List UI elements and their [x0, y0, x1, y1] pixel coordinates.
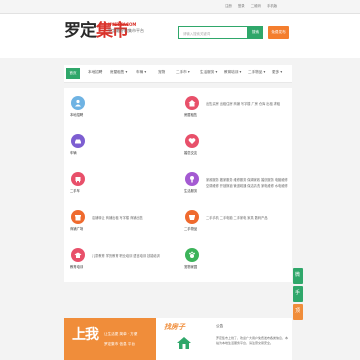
category-link[interactable]: 求租 — [274, 102, 280, 106]
category-links: 出售买房 出租住房 商铺 写字楼 厂房 仓库 出租 求租 — [206, 101, 290, 107]
category-link[interactable]: 儿童教育 — [92, 254, 105, 258]
mobile-icon: 手 — [295, 290, 301, 296]
category-link[interactable]: 出售买房 — [206, 102, 219, 106]
category-link[interactable]: 商铺出租 — [106, 216, 119, 220]
notice-title: 公告 — [216, 324, 224, 328]
nav-item-house[interactable]: 房屋租售 ▾ — [110, 70, 127, 75]
category-links: 店铺转让 商铺出租 写字楼 商铺出售 — [92, 215, 176, 221]
category-link[interactable]: 二手家电 — [234, 216, 247, 220]
category-link[interactable]: 二手电脑 — [220, 216, 233, 220]
top-links: 注册 登录 二维码 手机版 — [225, 3, 282, 8]
notice-text: 罗定集市上线了，欢迎广大用户免费发布各类信息，本站为本地生活服务平台，请注意交易… — [216, 336, 289, 345]
category-link[interactable]: 保洁清洗 — [247, 184, 260, 188]
category-link[interactable]: 婚庆服务 — [261, 178, 274, 182]
banner-slogan-2: 罗定集市 信息 平台 — [104, 342, 136, 346]
category-link[interactable]: 二手手机 — [206, 216, 219, 220]
car-icon — [71, 134, 85, 148]
category-link[interactable]: 空调维修 — [206, 184, 219, 188]
category-link[interactable]: 语言培训 — [133, 254, 146, 258]
top-bar: 注册 登录 二维码 手机版 — [0, 0, 360, 14]
category-link[interactable]: 仓库 — [259, 102, 265, 106]
nav-item-more[interactable]: 更多 ▾ — [272, 70, 282, 75]
search-button[interactable]: 搜索 — [248, 26, 263, 39]
category-link[interactable]: 家电维修 — [261, 184, 274, 188]
category-links: 家政服务 搬家服务 维修服务 保姆家政 婚庆服务 电脑维修 空调维修 开锁换锁 … — [206, 177, 290, 189]
search-input[interactable]: 请输入搜索关键词 — [178, 26, 248, 39]
category-links: 二手手机 二手电脑 二手家电 家具 数码产品 — [206, 215, 290, 221]
top-link-register[interactable]: 注册 — [225, 4, 232, 8]
side-wechat-button[interactable]: 微 — [293, 268, 303, 284]
category-link[interactable]: 管道疏通 — [234, 184, 247, 188]
category-title: 本地招聘 — [70, 113, 84, 117]
banner-big-text: 上我 — [72, 327, 99, 343]
nav-item-service[interactable]: 生活服务 ▾ — [200, 70, 217, 75]
category-title: 商铺广场 — [70, 227, 84, 231]
category-panel: 本地招聘 房屋租售 出售买房 出租住房 商铺 写字楼 厂房 仓库 出租 求租 车… — [64, 88, 292, 282]
house-illustration-icon — [177, 337, 191, 349]
person-icon — [71, 96, 85, 110]
post-button[interactable]: 免费发布 — [268, 26, 289, 39]
category-title: 婚恋交友 — [184, 151, 198, 155]
category-link[interactable]: 开锁换锁 — [220, 184, 233, 188]
top-link-qrcode[interactable]: 二维码 — [251, 4, 261, 8]
category-link[interactable]: 职业培训 — [120, 254, 133, 258]
category-link[interactable]: 数码产品 — [255, 216, 268, 220]
banner-slogan-1: 让生活更 简单 · 方便 — [104, 332, 138, 336]
heart-icon — [185, 134, 199, 148]
category-link[interactable]: 保姆家政 — [247, 178, 260, 182]
banner-side-text: 找房子 — [164, 323, 185, 331]
category-title: 教育培训 — [70, 265, 84, 269]
top-link-mobile[interactable]: 手机版 — [267, 4, 277, 8]
nav-item-education[interactable]: 教育培训 ▾ — [224, 70, 241, 75]
house-icon — [185, 96, 199, 110]
logo-text-1: 罗定 — [64, 21, 97, 41]
school-icon — [71, 248, 85, 262]
promo-banner[interactable]: 上我 让生活更 简单 · 方便 罗定集市 信息 平台 找房子 — [64, 318, 212, 360]
nav-item-car[interactable]: 车辆 ▾ — [136, 70, 146, 75]
basket-icon — [185, 210, 199, 224]
category-link[interactable]: 电脑维修 — [275, 178, 288, 182]
category-title: 二手车 — [70, 189, 80, 193]
side-mobile-button[interactable]: 手 — [293, 286, 303, 302]
category-link[interactable]: 写字楼 — [241, 102, 251, 106]
category-link[interactable]: 商铺出售 — [130, 216, 143, 220]
service-icon — [185, 172, 199, 186]
notice-panel: 公告 罗定集市上线了，欢迎广大用户免费发布各类信息，本站为本地生活服务平台，请注… — [212, 318, 292, 360]
category-link[interactable]: 写字楼 — [120, 216, 130, 220]
logo-slogan: 罗定最好的集市平台 — [108, 28, 144, 33]
category-link[interactable]: 出租住房 — [220, 102, 233, 106]
nav-item-secondhand[interactable]: 二手市 ▾ — [176, 70, 190, 75]
category-link[interactable]: 家政服务 — [206, 178, 219, 182]
nav-item-goods[interactable]: 二手物品 ▾ — [248, 70, 265, 75]
nav-item-jobs[interactable]: 本地招聘 — [88, 70, 102, 75]
nav-item-pet[interactable]: 宠物 — [158, 70, 165, 75]
category-title: 车辆 — [70, 151, 77, 155]
category-link[interactable]: 出租 — [266, 102, 272, 106]
arrow-up-icon: 顶 — [295, 308, 301, 314]
top-link-login[interactable]: 登录 — [238, 4, 245, 8]
category-link[interactable]: 家具 — [247, 216, 253, 220]
nav-home[interactable]: 首页 — [66, 68, 80, 79]
logo-subtitle: NYSTAY.COM 罗定最好的集市平台 — [108, 22, 144, 34]
shop-icon — [71, 210, 85, 224]
side-top-button[interactable]: 顶 — [293, 304, 303, 320]
category-link[interactable]: 水电维修 — [275, 184, 288, 188]
category-title: 房屋租售 — [184, 113, 198, 117]
pet-icon — [185, 248, 199, 262]
category-link[interactable]: 维修服务 — [234, 178, 247, 182]
category-link[interactable]: 学历教育 — [106, 254, 119, 258]
main-nav: 首页 本地招聘 房屋租售 ▾ 车辆 ▾ 宠物 二手市 ▾ 生活服务 ▾ 教育培训… — [64, 65, 292, 83]
category-link[interactable]: 店铺转让 — [92, 216, 105, 220]
category-link[interactable]: 技能培训 — [147, 254, 160, 258]
category-links: 儿童教育 学历教育 职业培训 语言培训 技能培训 — [92, 253, 176, 259]
category-link[interactable]: 厂房 — [252, 102, 258, 106]
car-front-icon — [71, 172, 85, 186]
category-title: 生活服务 — [184, 189, 198, 193]
bottom-section: 上我 让生活更 简单 · 方便 罗定集市 信息 平台 找房子 公告 罗定集市上线… — [64, 318, 292, 360]
category-link[interactable]: 商铺 — [234, 102, 240, 106]
wechat-icon: 微 — [295, 272, 301, 278]
category-title: 宠物家园 — [184, 265, 198, 269]
category-link[interactable]: 搬家服务 — [220, 178, 233, 182]
category-title: 二手物品 — [184, 227, 198, 231]
